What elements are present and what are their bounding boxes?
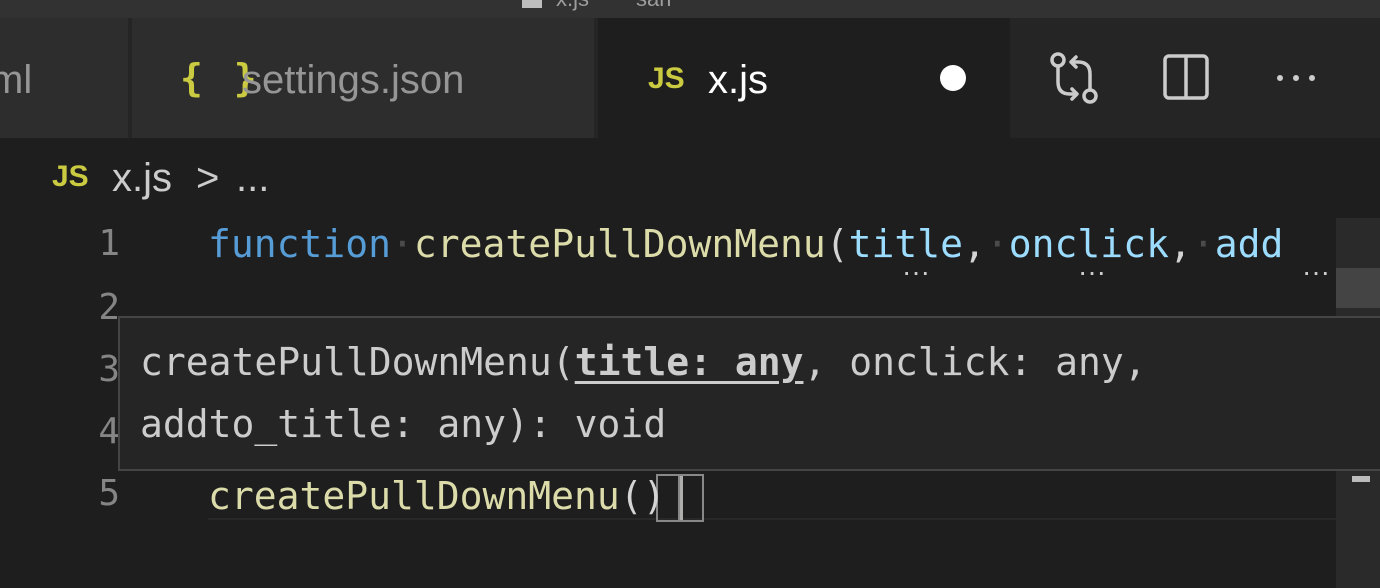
more-actions-icon[interactable] [1266, 48, 1326, 108]
breadcrumb-separator-icon: > [196, 156, 220, 200]
text-cursor [680, 476, 683, 520]
line-number: 3 [98, 349, 120, 390]
tab-label: settings.json [242, 58, 465, 102]
active-parameter: title: any [574, 340, 804, 384]
param: add [1214, 222, 1284, 266]
line-number: 4 [98, 411, 120, 452]
breadcrumb-file[interactable]: x.js [112, 156, 172, 200]
open-changes-icon[interactable] [1044, 48, 1104, 108]
comma: , [963, 222, 986, 266]
keyword: function [208, 222, 392, 266]
tab-label: ml [0, 58, 33, 102]
signature-suffix: , onclick: any, [803, 340, 1147, 384]
document-icon [522, 0, 542, 8]
javascript-file-icon: JS [648, 62, 685, 95]
tab-bar: ml { } settings.json JS x.js [0, 18, 1380, 138]
unused-hint-icon: ··· [902, 256, 930, 287]
breadcrumb-more[interactable]: ... [236, 156, 269, 200]
line-number: 5 [98, 473, 120, 514]
breadcrumb: JS x.js > ... [0, 138, 1380, 218]
open-paren: ( [825, 222, 849, 266]
split-editor-icon[interactable] [1156, 48, 1216, 108]
comma: , [1168, 222, 1192, 266]
unused-hint-icon: ··· [1078, 256, 1106, 287]
editor-actions [1010, 18, 1380, 138]
unsaved-dot-icon[interactable] [940, 65, 966, 91]
signature-line-1: createPullDownMenu(title: any, onclick: … [140, 340, 1147, 384]
scrollbar-thumb[interactable] [1336, 268, 1380, 308]
window-title-extra: sari [636, 0, 671, 12]
code-line-5[interactable]: createPullDownMenu() [208, 474, 666, 518]
current-line-highlight [208, 518, 1338, 520]
tab-settings-json[interactable]: { } settings.json [132, 18, 594, 138]
parameter-hints-popup: createPullDownMenu(title: any, onclick: … [118, 316, 1380, 471]
signature-prefix: createPullDownMenu( [140, 340, 575, 384]
window-title: x.js [556, 0, 589, 12]
open-paren: ( [619, 474, 643, 518]
signature-line-2: addto_title: any): void [140, 402, 667, 446]
line-number: 1 [98, 223, 120, 264]
code-line-1[interactable]: function·createPullDownMenu(title,·oncli… [208, 222, 1283, 266]
cursor-position-marker [1352, 476, 1370, 482]
tab-x-js[interactable]: JS x.js [598, 18, 1010, 138]
function-name: createPullDownMenu [413, 222, 826, 266]
tab-label: x.js [708, 58, 768, 102]
close-paren: ) [642, 474, 666, 518]
javascript-file-icon: JS [52, 160, 89, 193]
title-bar: x.js sari [0, 0, 1380, 18]
tab-xml[interactable]: ml [0, 18, 128, 138]
unused-hint-icon: ··· [1302, 256, 1330, 287]
bracket-match-close [680, 474, 704, 522]
function-name: createPullDownMenu [208, 474, 620, 518]
line-number: 2 [98, 287, 120, 328]
